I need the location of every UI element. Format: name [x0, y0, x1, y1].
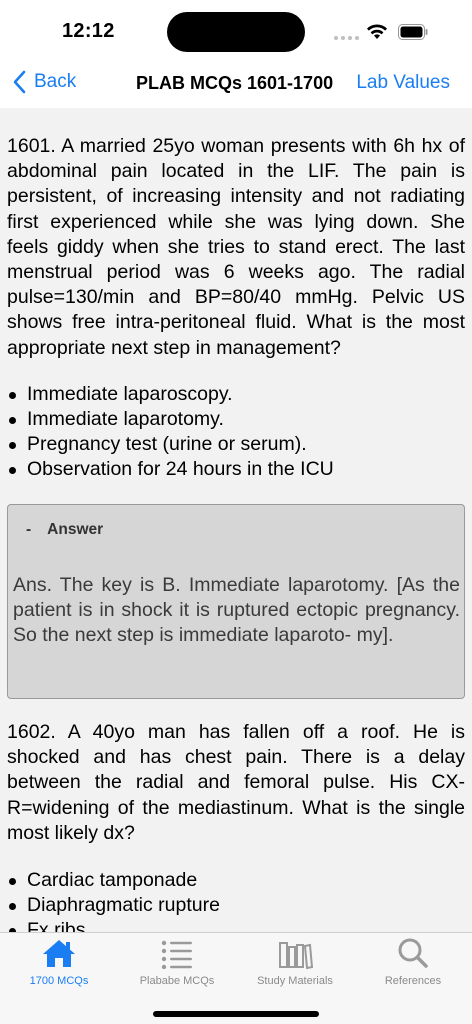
option-item: Pregnancy test (urine or serum). — [7, 432, 465, 457]
status-time: 12:12 — [62, 20, 115, 42]
home-icon — [43, 940, 75, 967]
option-item: Observation for 24 hours in the ICU — [7, 457, 465, 482]
option-item: Immediate laparotomy. — [7, 407, 465, 432]
answer-panel: - Answer Ans. The key is B. Immediate la… — [7, 504, 465, 699]
books-icon — [279, 942, 313, 969]
question-text: 1602. A 40yo man has fallen off a roof. … — [7, 721, 465, 844]
wifi-icon — [367, 24, 387, 39]
question-text: 1601. A married 25yo woman presents with… — [7, 135, 465, 359]
tab-study-materials[interactable]: Study Materials — [236, 933, 354, 993]
tab-plababe-mcqs[interactable]: Plababe MCQs — [118, 933, 236, 993]
answer-toggle[interactable]: - Answer — [26, 521, 103, 539]
back-button-label: Back — [34, 71, 77, 92]
home-indicator — [153, 1011, 319, 1017]
tab-label: Study Materials — [257, 975, 333, 987]
list-icon — [161, 940, 192, 969]
option-item: Cardiac tamponade — [7, 868, 465, 893]
lab-values-button[interactable]: Lab Values — [356, 72, 450, 94]
tab-label: 1700 MCQs — [29, 975, 89, 987]
collapse-toggle-icon: - — [26, 521, 32, 538]
option-item: Immediate laparoscopy. — [7, 382, 465, 407]
search-icon — [398, 938, 428, 968]
question-scroll-view[interactable]: 1601. A married 25yo woman presents with… — [0, 108, 472, 932]
tab-label: Plababe MCQs — [139, 975, 215, 987]
page-title: PLAB MCQs 1601-1700 — [136, 73, 334, 93]
answer-title: Answer — [47, 521, 104, 538]
option-item: Diaphragmatic rupture — [7, 893, 465, 918]
back-button[interactable]: Back — [12, 70, 76, 94]
battery-icon — [398, 24, 428, 40]
option-list: Cardiac tamponade Diaphragmatic rupture … — [7, 868, 465, 932]
tab-references[interactable]: References — [354, 933, 472, 993]
answer-text: Ans. The key is B. Immediate laparotomy.… — [13, 574, 460, 647]
dynamic-island — [167, 12, 305, 52]
status-bar: 12:12 — [0, 0, 472, 60]
navigation-bar: Back PLAB MCQs 1601-1700 Lab Values — [0, 60, 472, 108]
chevron-left-icon — [13, 70, 26, 94]
option-item: Fx ribs — [7, 918, 465, 932]
tab-1700-mcqs[interactable]: 1700 MCQs — [0, 933, 118, 993]
tab-label: References — [384, 975, 442, 987]
cellular-signal-icon — [334, 36, 359, 40]
tab-bar: 1700 MCQs Plababe MCQs Study Materials R… — [0, 932, 472, 1024]
option-list: Immediate laparoscopy. Immediate laparot… — [7, 382, 465, 482]
